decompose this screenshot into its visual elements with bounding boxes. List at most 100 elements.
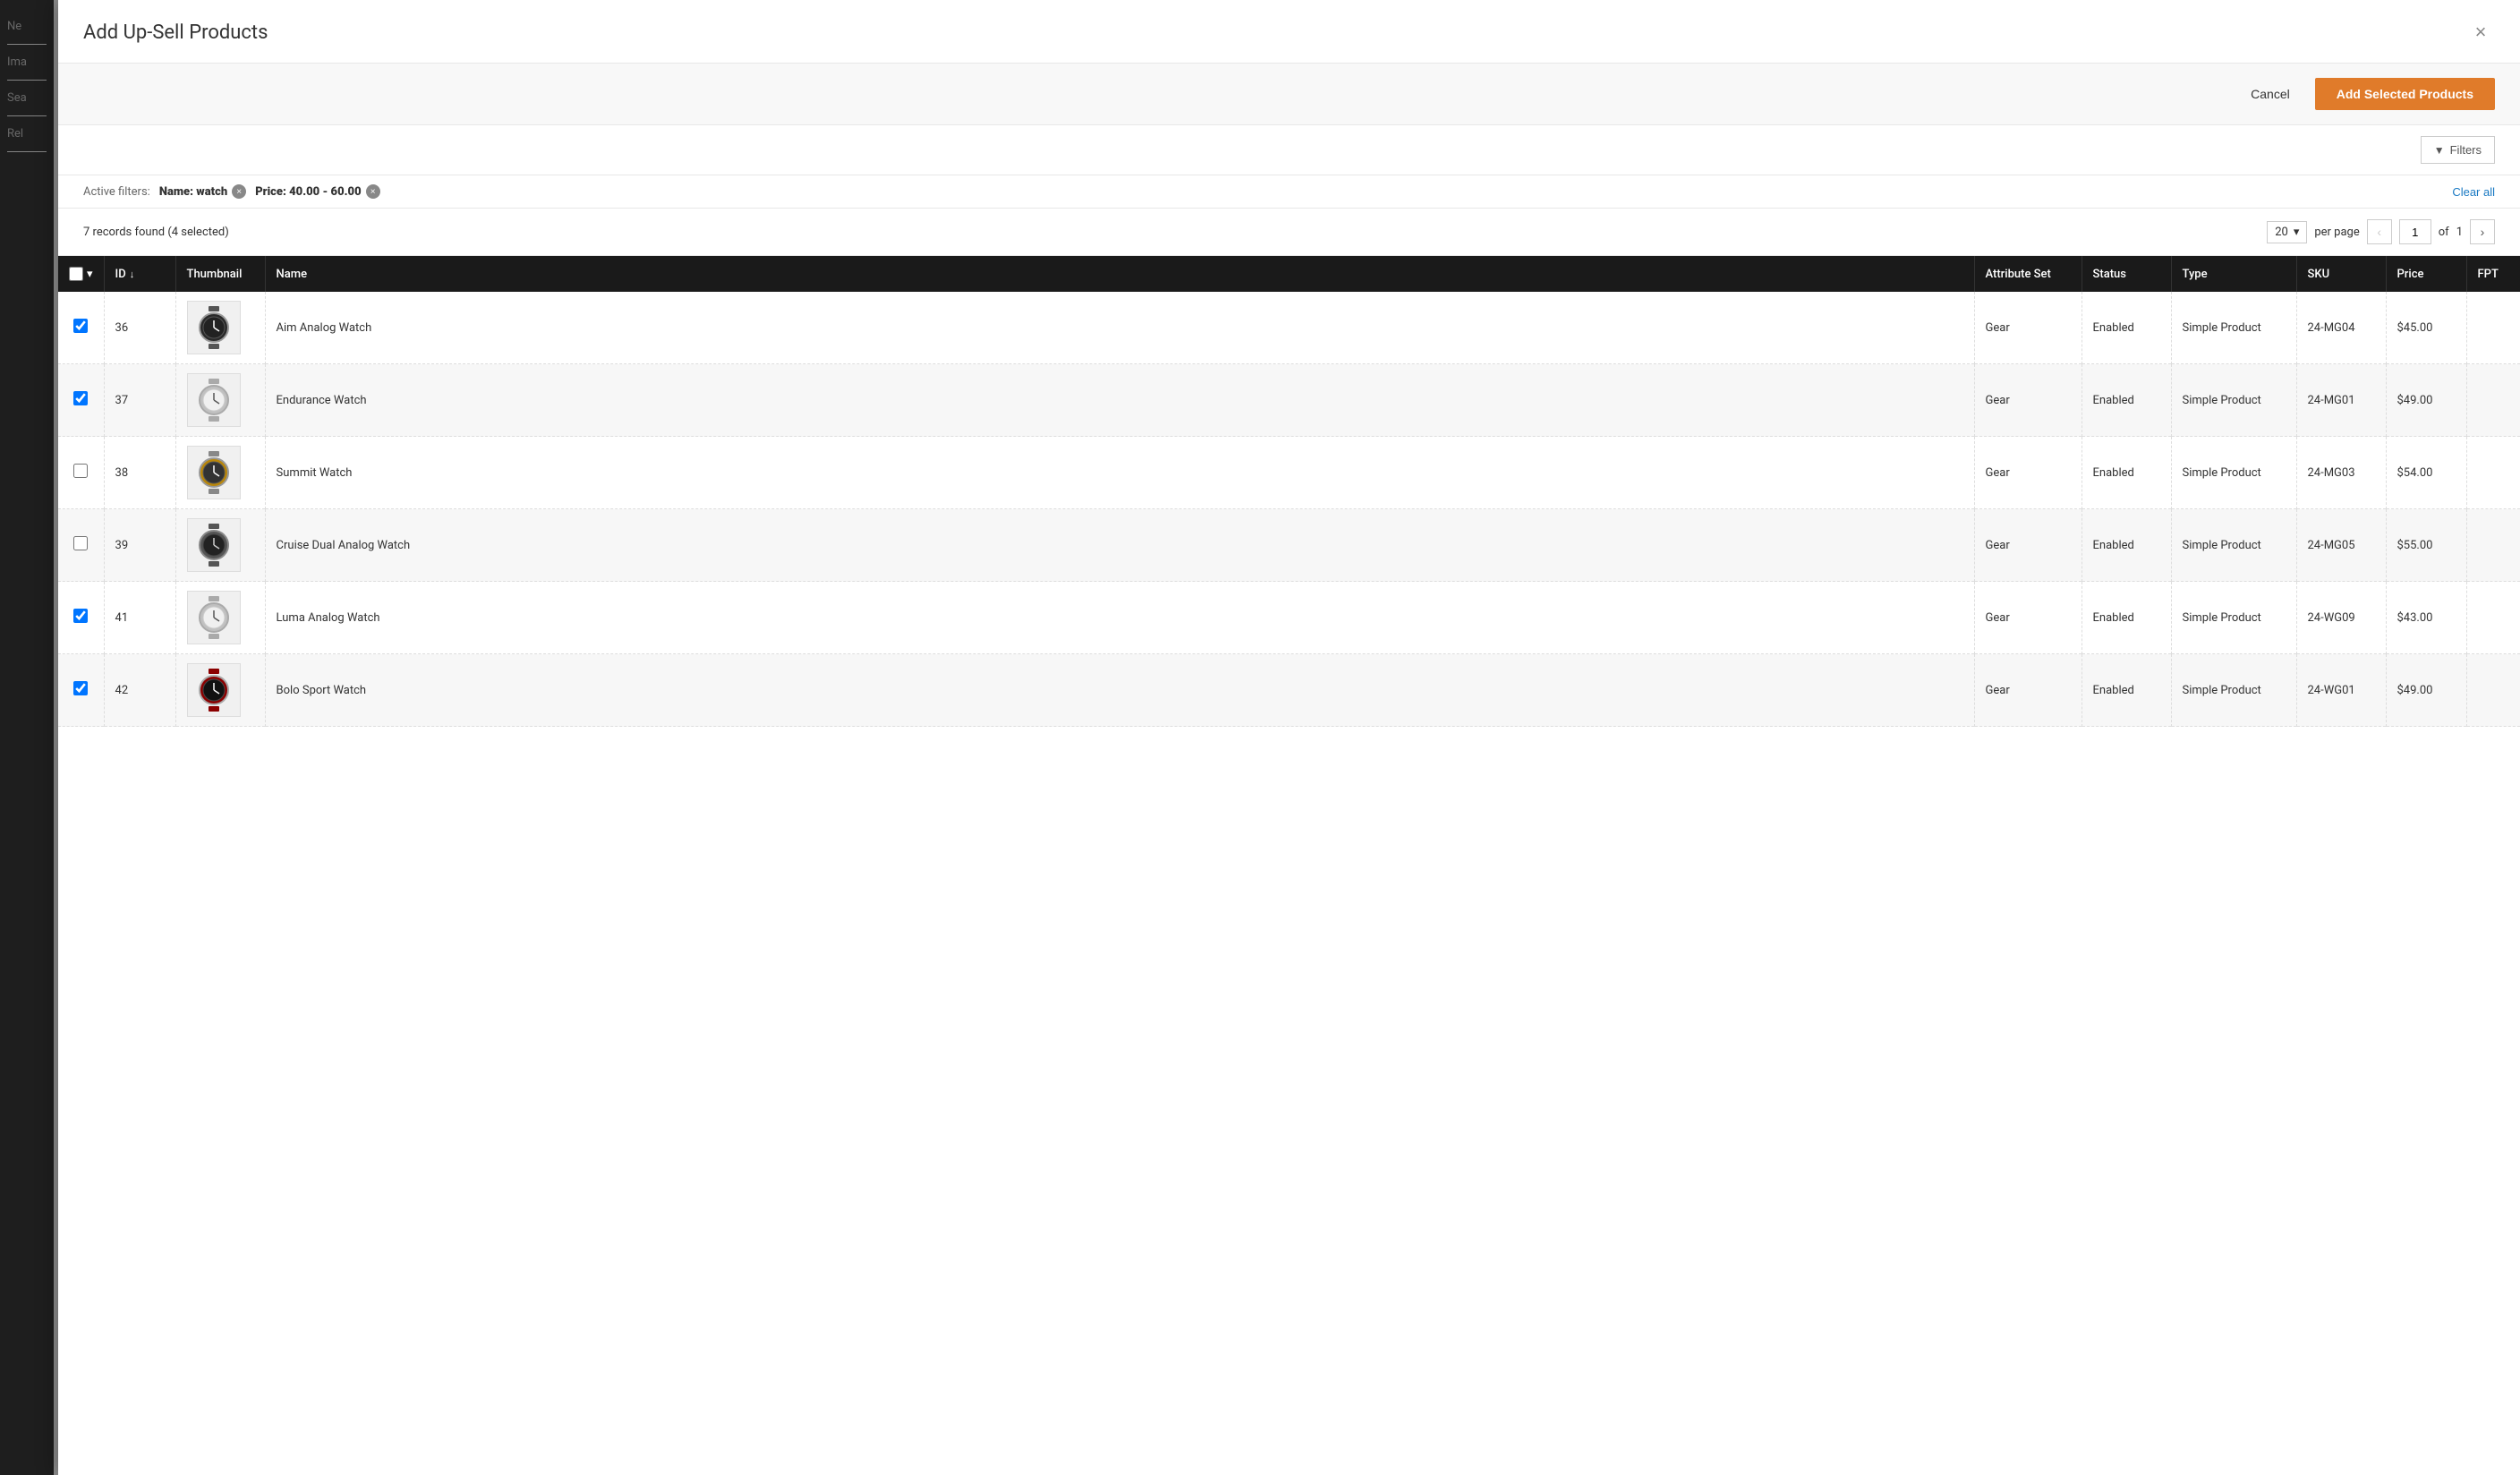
filters-button[interactable]: ▼ Filters bbox=[2421, 136, 2495, 164]
per-page-label: per page bbox=[2314, 226, 2359, 239]
row-id-37: 37 bbox=[104, 364, 175, 437]
row-price-42: $49.00 bbox=[2386, 654, 2466, 727]
row-attr-36: Gear bbox=[1974, 292, 2082, 364]
row-checkbox-cell-41[interactable] bbox=[58, 582, 104, 654]
row-thumbnail-36 bbox=[175, 292, 265, 364]
table-row: 41 Luma Analog Watch Gear Enabled Simple… bbox=[58, 582, 2520, 654]
remove-name-filter-button[interactable]: × bbox=[232, 184, 246, 199]
table-row: 42 Bolo Sport Watch Gear Enabled Simple … bbox=[58, 654, 2520, 727]
next-page-button[interactable]: › bbox=[2470, 219, 2495, 244]
thumbnail-39 bbox=[187, 518, 241, 572]
th-fpt[interactable]: FPT bbox=[2466, 256, 2520, 292]
table-header-row: ▾ ID ↓ Thumbnail Name Attribute Set Stat… bbox=[58, 256, 2520, 292]
row-name-37: Endurance Watch bbox=[265, 364, 1974, 437]
active-filters-label: Active filters: bbox=[83, 185, 150, 199]
row-name-36: Aim Analog Watch bbox=[265, 292, 1974, 364]
active-filters-list: Active filters: Name: watch × Price: 40.… bbox=[83, 184, 380, 199]
filters-bar: ▼ Filters bbox=[58, 125, 2520, 175]
current-page-input[interactable] bbox=[2399, 219, 2431, 244]
row-thumbnail-41 bbox=[175, 582, 265, 654]
row-checkbox-cell-38[interactable] bbox=[58, 437, 104, 509]
row-checkbox-cell-42[interactable] bbox=[58, 654, 104, 727]
select-all-checkbox[interactable] bbox=[69, 267, 83, 281]
th-type[interactable]: Type bbox=[2171, 256, 2296, 292]
cancel-button[interactable]: Cancel bbox=[2236, 80, 2304, 108]
row-sku-38: 24-MG03 bbox=[2296, 437, 2386, 509]
row-fpt-36 bbox=[2466, 292, 2520, 364]
modal-title: Add Up-Sell Products bbox=[83, 21, 268, 44]
row-attr-41: Gear bbox=[1974, 582, 2082, 654]
row-price-39: $55.00 bbox=[2386, 509, 2466, 582]
row-id-36: 36 bbox=[104, 292, 175, 364]
remove-price-filter-button[interactable]: × bbox=[366, 184, 380, 199]
row-price-36: $45.00 bbox=[2386, 292, 2466, 364]
thumbnail-37 bbox=[187, 373, 241, 427]
row-checkbox-cell-36[interactable] bbox=[58, 292, 104, 364]
th-price[interactable]: Price bbox=[2386, 256, 2466, 292]
select-all-dropdown-arrow[interactable]: ▾ bbox=[87, 268, 93, 281]
page-size-value: 20 bbox=[2275, 226, 2288, 239]
row-sku-37: 24-MG01 bbox=[2296, 364, 2386, 437]
clear-all-filters-button[interactable]: Clear all bbox=[2452, 185, 2495, 199]
row-thumbnail-37 bbox=[175, 364, 265, 437]
row-status-36: Enabled bbox=[2082, 292, 2171, 364]
page-size-selector[interactable]: 20 ▾ bbox=[2267, 221, 2307, 243]
row-status-39: Enabled bbox=[2082, 509, 2171, 582]
row-attr-38: Gear bbox=[1974, 437, 2082, 509]
row-price-38: $54.00 bbox=[2386, 437, 2466, 509]
row-attr-42: Gear bbox=[1974, 654, 2082, 727]
row-status-42: Enabled bbox=[2082, 654, 2171, 727]
id-sort-icon[interactable]: ↓ bbox=[130, 269, 135, 280]
row-checkbox-37[interactable] bbox=[73, 391, 88, 405]
row-checkbox-42[interactable] bbox=[73, 681, 88, 695]
th-attribute-set[interactable]: Attribute Set bbox=[1974, 256, 2082, 292]
th-status[interactable]: Status bbox=[2082, 256, 2171, 292]
row-checkbox-cell-37[interactable] bbox=[58, 364, 104, 437]
row-sku-41: 24-WG09 bbox=[2296, 582, 2386, 654]
modal-overlay: Add Up-Sell Products × Cancel Add Select… bbox=[0, 0, 2520, 1475]
add-selected-products-button[interactable]: Add Selected Products bbox=[2315, 78, 2495, 110]
thumbnail-41 bbox=[187, 591, 241, 644]
th-name[interactable]: Name bbox=[265, 256, 1974, 292]
row-fpt-37 bbox=[2466, 364, 2520, 437]
row-fpt-41 bbox=[2466, 582, 2520, 654]
thumbnail-36 bbox=[187, 301, 241, 354]
row-checkbox-41[interactable] bbox=[73, 609, 88, 623]
action-bar: Cancel Add Selected Products bbox=[58, 64, 2520, 125]
records-bar: 7 records found (4 selected) 20 ▾ per pa… bbox=[58, 209, 2520, 256]
row-price-41: $43.00 bbox=[2386, 582, 2466, 654]
total-pages: 1 bbox=[2456, 226, 2463, 239]
row-checkbox-39[interactable] bbox=[73, 536, 88, 550]
row-id-39: 39 bbox=[104, 509, 175, 582]
row-checkbox-cell-39[interactable] bbox=[58, 509, 104, 582]
row-type-37: Simple Product bbox=[2171, 364, 2296, 437]
row-sku-36: 24-MG04 bbox=[2296, 292, 2386, 364]
filter-price-value: Price: 40.00 - 60.00 bbox=[255, 185, 361, 199]
row-id-38: 38 bbox=[104, 437, 175, 509]
row-sku-39: 24-MG05 bbox=[2296, 509, 2386, 582]
row-type-36: Simple Product bbox=[2171, 292, 2296, 364]
row-thumbnail-42 bbox=[175, 654, 265, 727]
th-select-all[interactable]: ▾ bbox=[58, 256, 104, 292]
row-fpt-42 bbox=[2466, 654, 2520, 727]
th-id[interactable]: ID ↓ bbox=[104, 256, 175, 292]
row-checkbox-38[interactable] bbox=[73, 464, 88, 478]
row-id-42: 42 bbox=[104, 654, 175, 727]
thumbnail-42 bbox=[187, 663, 241, 717]
modal-header: Add Up-Sell Products × bbox=[58, 0, 2520, 64]
page-size-dropdown-icon: ▾ bbox=[2294, 226, 2300, 239]
row-checkbox-36[interactable] bbox=[73, 319, 88, 333]
row-fpt-39 bbox=[2466, 509, 2520, 582]
row-type-38: Simple Product bbox=[2171, 437, 2296, 509]
th-thumbnail: Thumbnail bbox=[175, 256, 265, 292]
row-status-37: Enabled bbox=[2082, 364, 2171, 437]
active-filters-bar: Active filters: Name: watch × Price: 40.… bbox=[58, 175, 2520, 209]
modal-close-button[interactable]: × bbox=[2466, 18, 2495, 47]
previous-page-button[interactable]: ‹ bbox=[2367, 219, 2392, 244]
row-id-41: 41 bbox=[104, 582, 175, 654]
modal-dialog: Add Up-Sell Products × Cancel Add Select… bbox=[58, 0, 2520, 1475]
th-sku[interactable]: SKU bbox=[2296, 256, 2386, 292]
filter-chip-name: Name: watch × bbox=[159, 184, 246, 199]
of-label: of bbox=[2439, 226, 2449, 239]
row-price-37: $49.00 bbox=[2386, 364, 2466, 437]
